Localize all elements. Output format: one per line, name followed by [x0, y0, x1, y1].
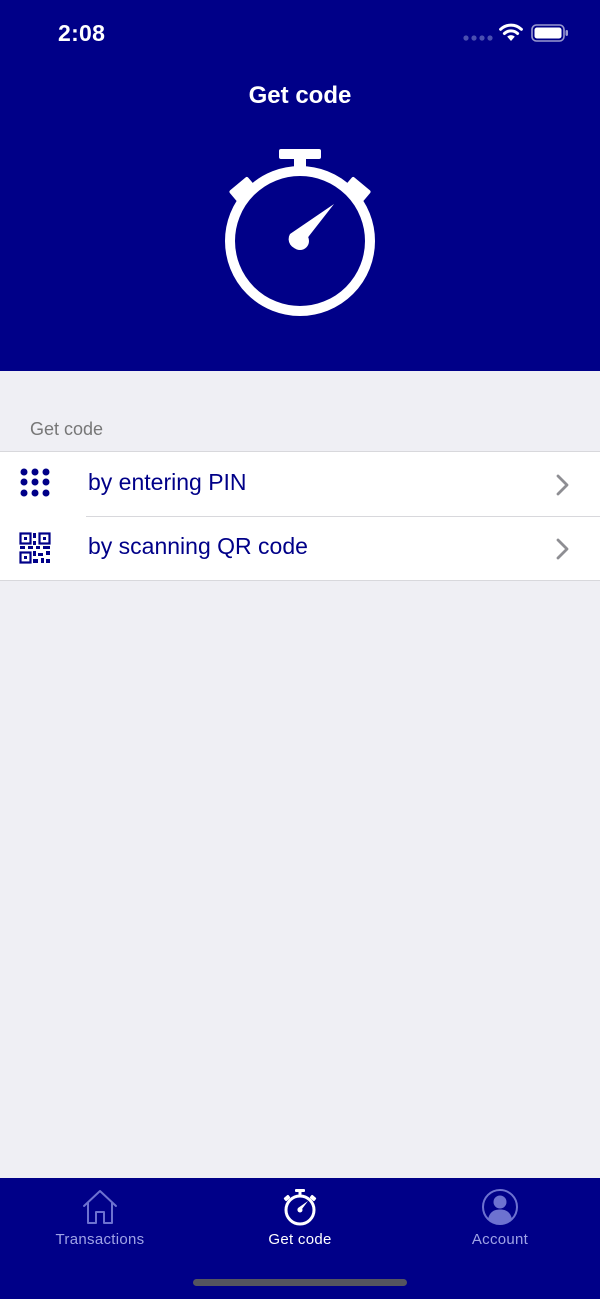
tab-transactions[interactable]: Transactions: [0, 1178, 200, 1262]
tab-get-code[interactable]: Get code: [200, 1178, 400, 1262]
wifi-icon: [499, 23, 523, 41]
stopwatch-icon: [283, 1189, 317, 1226]
scan-qr-code-row[interactable]: by scanning QR code: [0, 516, 600, 580]
get-code-options-list: by entering PIN by scanning QR code: [0, 451, 600, 581]
tab-account[interactable]: Account: [400, 1178, 600, 1262]
enter-pin-row[interactable]: by entering PIN: [0, 452, 600, 516]
status-bar: 2:08: [0, 0, 600, 70]
header: 2:08 Get code: [0, 0, 600, 371]
keypad-icon: [20, 468, 50, 497]
enter-pin-label: by entering PIN: [88, 469, 247, 495]
chevron-right-icon: [556, 474, 569, 496]
home-indicator[interactable]: [193, 1279, 407, 1286]
get-code-screen: 2:08 Get code Get code by entering PIN b…: [0, 0, 600, 1299]
tab-label: Get code: [268, 1231, 332, 1248]
cellular-signal-icon: [463, 35, 493, 41]
section-header: Get code: [30, 419, 104, 439]
battery-icon: [531, 24, 568, 42]
tab-label: Account: [471, 1231, 529, 1248]
qr-code-icon: [19, 532, 51, 564]
stopwatch-icon: [225, 149, 375, 316]
chevron-right-icon: [556, 538, 569, 560]
status-time: 2:08: [58, 20, 106, 46]
account-icon: [482, 1189, 518, 1225]
page-title: Get code: [248, 82, 352, 109]
home-icon: [83, 1190, 117, 1224]
tab-label: Transactions: [55, 1231, 145, 1248]
scan-qr-code-label: by scanning QR code: [88, 533, 308, 559]
